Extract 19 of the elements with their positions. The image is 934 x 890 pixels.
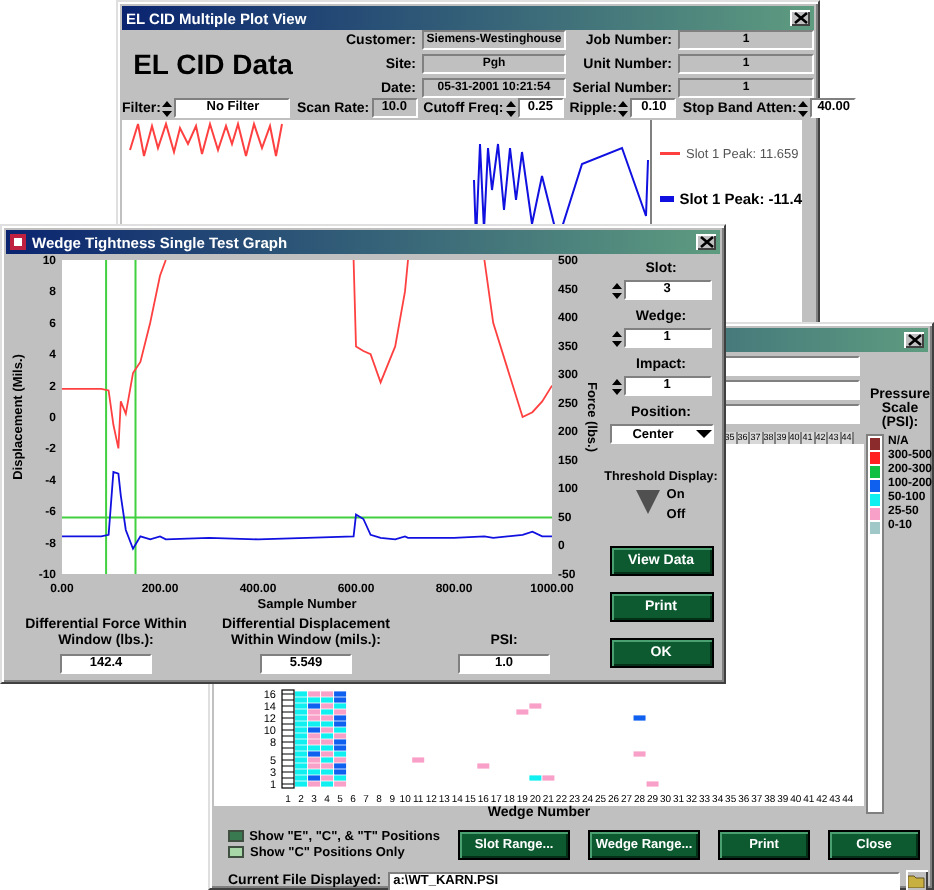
- legend-swatch: [660, 196, 674, 202]
- folder-icon: [907, 874, 926, 888]
- close-button[interactable]: [904, 332, 924, 348]
- browse-button[interactable]: [905, 870, 928, 890]
- toggle-switch[interactable]: [636, 488, 661, 516]
- close-button[interactable]: [790, 10, 810, 26]
- input-field[interactable]: [724, 380, 860, 400]
- option-toggle[interactable]: [228, 830, 244, 842]
- legend-swatch: [660, 152, 680, 158]
- close-icon: [907, 334, 921, 346]
- close-icon: [699, 236, 713, 248]
- caret-icon: [695, 428, 711, 440]
- report-heading: EL CID Data: [131, 48, 295, 80]
- close-icon: [793, 12, 807, 24]
- option-toggle[interactable]: [228, 846, 244, 858]
- input-field[interactable]: [724, 404, 860, 424]
- input-field[interactable]: [724, 356, 860, 376]
- app-icon: [10, 234, 26, 250]
- close-button[interactable]: [696, 234, 716, 250]
